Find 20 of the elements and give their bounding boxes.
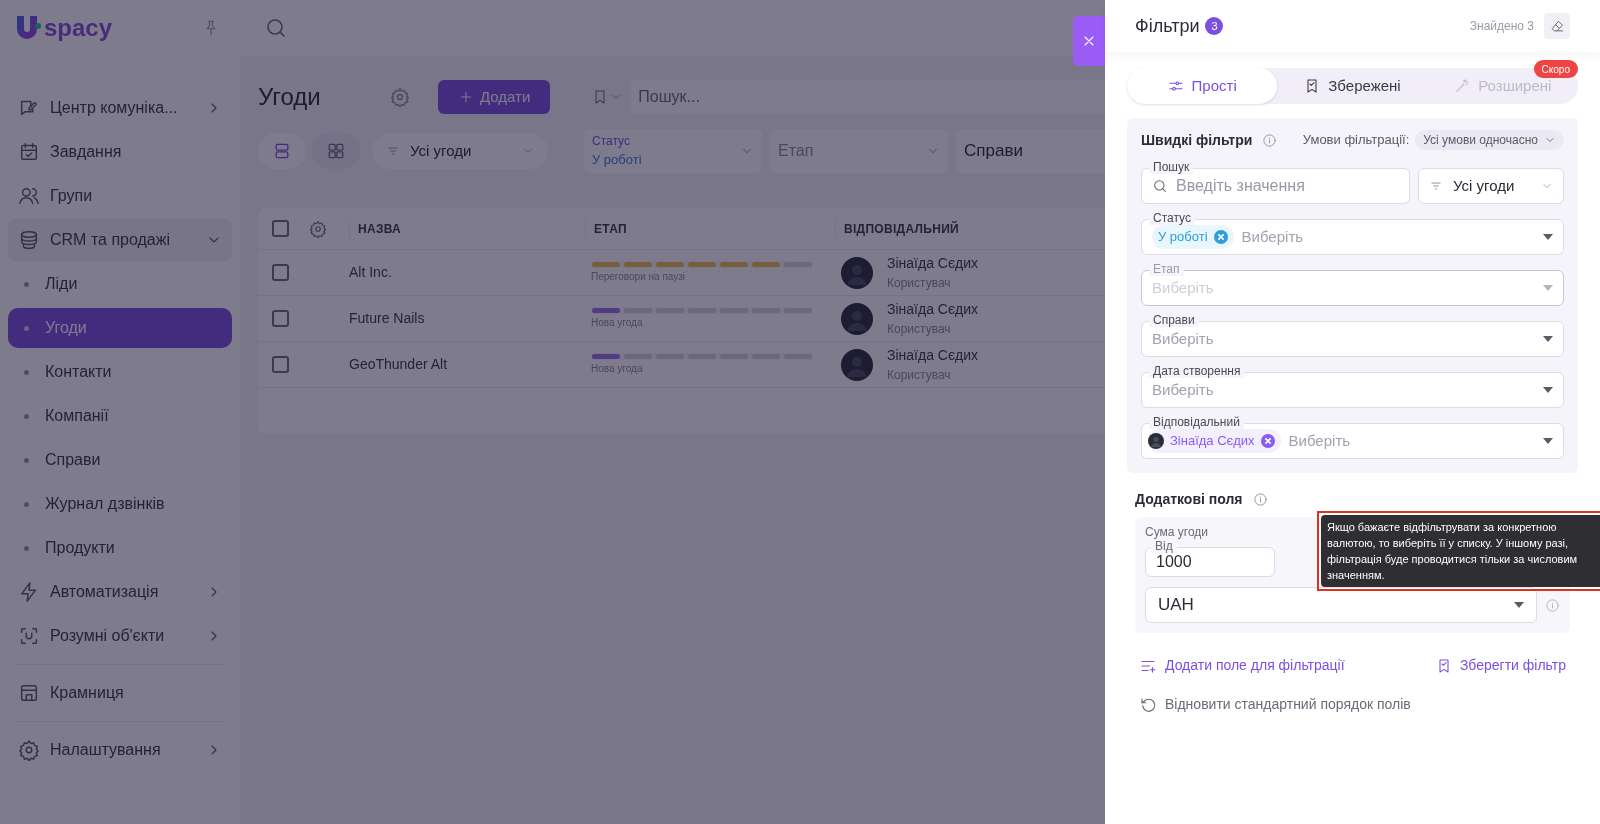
count-badge: 3 xyxy=(1205,17,1224,35)
table-cell-text: Alt Inc. xyxy=(349,263,393,282)
panel-title: Фільтри xyxy=(1135,14,1200,38)
conditions-label: Умови фільтрації: xyxy=(1302,131,1410,150)
table-cell-text: GeoThunder Alt xyxy=(349,355,449,374)
page-title: Угоди xyxy=(258,82,322,112)
section-title: Швидкі фільтри xyxy=(1141,130,1253,150)
found-count: Знайдено 3 xyxy=(1469,18,1534,35)
group-label: Сума угоди xyxy=(1145,524,1209,541)
person-name: Зінаїда Сєдих xyxy=(887,300,979,319)
column-header: НАЗВА xyxy=(349,219,585,238)
section-title: Додаткові поля xyxy=(1135,489,1243,509)
person-name: Зінаїда Сєдих xyxy=(887,346,979,365)
tooltip: Якщо бажаєте відфільтрувати за конкретною валютою, то виберіть її у списку. У іншому разі, фільтрація буде проводитися тільки за числовим значенням. xyxy=(1321,515,1600,587)
logo-text: spacy xyxy=(44,16,113,40)
soon-badge: Скоро xyxy=(1533,60,1578,78)
person-name: Зінаїда Сєдих xyxy=(887,254,979,273)
column-header: ВІДПОВІДАЛЬНИЙ xyxy=(835,219,1085,238)
column-header: ЕТАП xyxy=(585,219,835,238)
table-cell-text: Future Nails xyxy=(349,309,426,328)
